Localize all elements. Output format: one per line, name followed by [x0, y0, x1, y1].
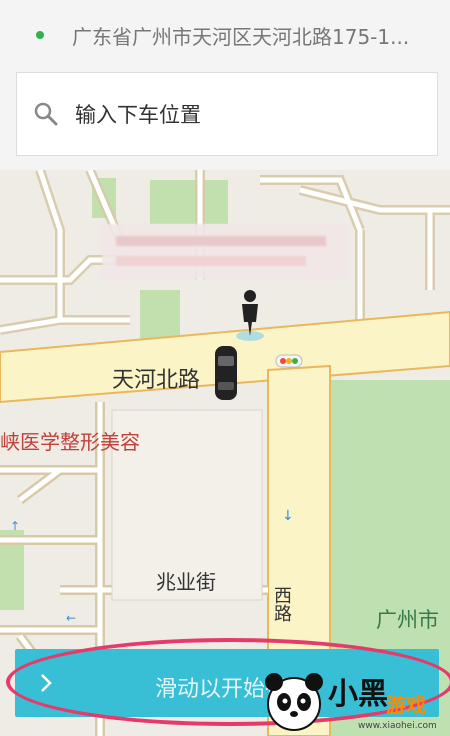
- pickup-location-row[interactable]: 广东省广州市天河区天河北路175-1...: [0, 0, 450, 70]
- top-panel: 广东省广州市天河区天河北路175-1... 输入下车位置: [0, 0, 450, 170]
- district-label: 广州市: [376, 608, 439, 632]
- svg-text:↑: ↑: [10, 519, 20, 533]
- svg-text:游戏: 游戏: [386, 693, 426, 717]
- park-patch: [150, 180, 228, 224]
- panda-icon: [265, 673, 323, 731]
- search-icon: [34, 102, 58, 126]
- svg-text:↓: ↓: [282, 508, 294, 524]
- pickup-dot-icon: [36, 31, 44, 39]
- road-label-main: 天河北路: [112, 368, 201, 393]
- pickup-address: 广东省广州市天河区天河北路175-1...: [72, 24, 410, 49]
- svg-text:←: ←: [66, 611, 76, 625]
- svg-text:www.xiaohei.com: www.xiaohei.com: [358, 721, 437, 731]
- street-label: 兆业街: [156, 570, 216, 594]
- search-input[interactable]: 输入下车位置: [75, 99, 201, 129]
- svg-text:小黑: 小黑: [328, 677, 388, 712]
- traffic-light-icon: [275, 354, 303, 368]
- road-label-vertical: 西路: [271, 586, 292, 622]
- destination-search-box[interactable]: 输入下车位置: [16, 72, 438, 156]
- blurred-info-box: [102, 224, 348, 280]
- car-icon: [215, 346, 237, 400]
- watermark-logo: 小黑 游戏 www.xiaohei.com: [265, 673, 437, 731]
- location-pin-icon: [236, 290, 264, 341]
- poi-label: 峡医学整形美容: [0, 430, 140, 454]
